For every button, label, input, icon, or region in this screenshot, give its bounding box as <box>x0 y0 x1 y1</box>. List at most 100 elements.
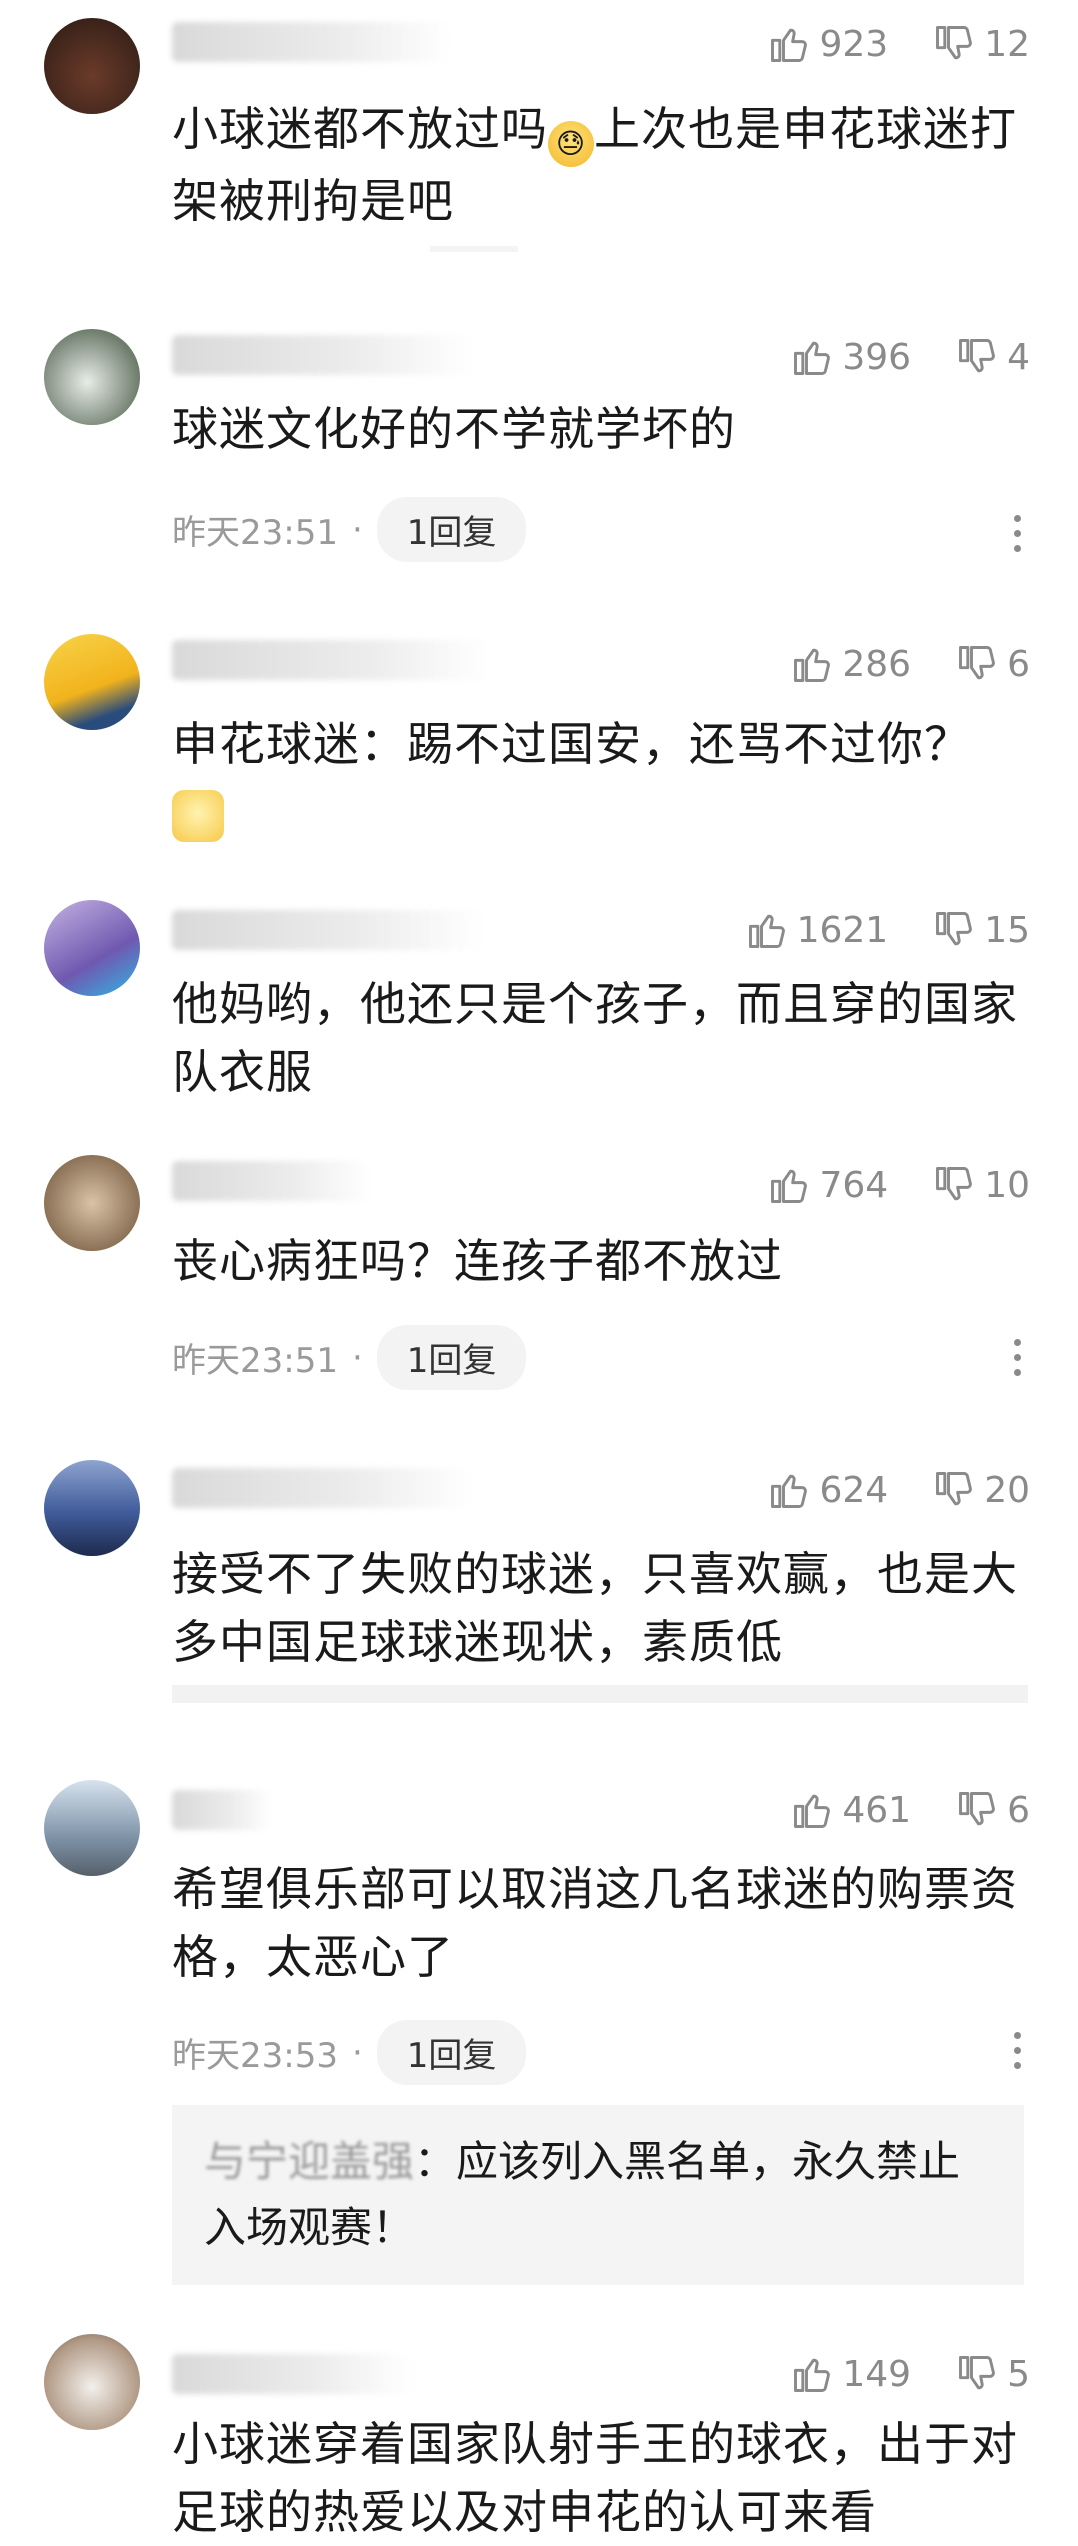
reply-count-button[interactable]: 1回复 <box>376 1325 527 1390</box>
reply-count-button[interactable]: 1回复 <box>376 497 527 562</box>
comment-text: 球迷文化好的不学就学坏的 <box>172 402 736 456</box>
dislike-count: 15 <box>984 909 1030 951</box>
thumbs-down-icon <box>959 339 995 373</box>
thumbs-down-icon <box>959 2356 995 2390</box>
reply-count-button[interactable]: 1回复 <box>376 2020 527 2085</box>
dislike-count: 10 <box>984 1164 1030 1206</box>
dislike-button[interactable]: 10 <box>932 1163 1030 1207</box>
timestamp: 昨天23:51 <box>172 1341 338 1381</box>
dislike-count: 20 <box>984 1469 1030 1511</box>
comment-text: 小球迷穿着国家队射手王的球衣，出于对足球的热爱以及对申花的认可来看 <box>172 2417 1018 2539</box>
avatar[interactable] <box>44 2334 140 2430</box>
separator-dot: · <box>351 2032 363 2073</box>
avatar[interactable] <box>44 329 140 425</box>
sub-reply-username[interactable]: 与宁迎盖强 <box>204 2137 414 2186</box>
like-count: 396 <box>842 336 912 378</box>
timestamp: 昨天23:51 <box>172 513 338 553</box>
avatar[interactable] <box>44 1780 140 1876</box>
dislike-button[interactable]: 12 <box>932 22 1030 66</box>
username-blurred[interactable] <box>172 2354 412 2394</box>
vote-bar: 286 6 <box>746 642 1030 686</box>
username-blurred[interactable] <box>172 1161 372 1201</box>
comment-text: 希望俱乐部可以取消这几名球迷的购票资格，太恶心了 <box>172 1862 1018 1984</box>
username-blurred[interactable] <box>172 640 492 680</box>
thumbs-down-icon <box>936 26 973 60</box>
timestamp: 昨天23:53 <box>172 2036 338 2076</box>
thumbs-up-icon <box>771 1474 808 1508</box>
username-blurred[interactable] <box>172 910 482 950</box>
comment-text-part1: 小球迷都不放过吗 <box>172 102 548 156</box>
avatar[interactable] <box>44 634 140 730</box>
like-count: 764 <box>819 1164 889 1206</box>
sub-reply-colon: ： <box>414 2137 457 2186</box>
vote-bar: 149 5 <box>746 2352 1030 2396</box>
comment-text: 小球迷都不放过吗 😓 上次也是申花球迷打架被刑拘是吧 <box>172 95 1032 235</box>
username-blurred[interactable] <box>172 1790 272 1830</box>
divider <box>172 1685 1028 1703</box>
thumbs-up-icon <box>794 2358 831 2392</box>
dislike-button[interactable]: 5 <box>955 2352 1030 2396</box>
vote-bar: 1621 15 <box>701 908 1030 952</box>
separator-dot: · <box>351 509 363 550</box>
thumbs-up-icon <box>771 1169 808 1203</box>
like-count: 923 <box>819 23 889 65</box>
like-count: 461 <box>842 1789 912 1831</box>
like-count: 1621 <box>796 909 889 951</box>
vote-bar: 624 20 <box>723 1468 1030 1512</box>
thumbs-up-icon <box>794 1794 831 1828</box>
avatar[interactable] <box>44 18 140 114</box>
like-button[interactable]: 1621 <box>745 908 889 952</box>
avatar[interactable] <box>44 900 140 996</box>
username-blurred[interactable] <box>172 335 472 375</box>
like-button[interactable]: 461 <box>790 1788 911 1832</box>
comment-text: 接受不了失败的球迷，只喜欢赢，也是大多中国足球球迷现状，素质低 <box>172 1547 1018 1669</box>
dislike-count: 5 <box>1007 2353 1030 2395</box>
comment-meta: 昨天23:51 · 1回复 <box>172 497 527 562</box>
vote-bar: 764 10 <box>723 1163 1030 1207</box>
dislike-button[interactable]: 6 <box>955 642 1030 686</box>
sweat-emoji-icon: 😓 <box>548 121 594 167</box>
vote-bar: 923 12 <box>723 22 1030 66</box>
thumbs-down-icon <box>959 1792 995 1826</box>
dislike-button[interactable]: 15 <box>932 908 1030 952</box>
like-button[interactable]: 286 <box>790 642 911 686</box>
dislike-button[interactable]: 4 <box>955 335 1030 379</box>
cat-emoji-icon <box>172 790 224 842</box>
vote-bar: 461 6 <box>746 1788 1030 1832</box>
like-button[interactable]: 923 <box>767 22 888 66</box>
thumbs-up-icon <box>748 914 785 948</box>
avatar[interactable] <box>44 1155 140 1251</box>
thumbs-down-icon <box>936 912 973 946</box>
username-blurred[interactable] <box>172 1468 472 1508</box>
dislike-button[interactable]: 20 <box>932 1468 1030 1512</box>
dislike-count: 4 <box>1007 336 1030 378</box>
username-blurred[interactable] <box>172 22 452 62</box>
more-options-icon[interactable] <box>1014 1339 1022 1376</box>
like-button[interactable]: 149 <box>790 2352 911 2396</box>
like-count: 286 <box>842 643 912 685</box>
like-button[interactable]: 396 <box>790 335 911 379</box>
separator-dot: · <box>351 1337 363 1378</box>
sub-reply[interactable]: 与宁迎盖强：应该列入黑名单，永久禁止入场观赛！ <box>172 2105 1024 2285</box>
more-options-icon[interactable] <box>1014 515 1022 552</box>
avatar[interactable] <box>44 1460 140 1556</box>
like-count: 624 <box>819 1469 889 1511</box>
comment-text: 丧心病狂吗？连孩子都不放过 <box>172 1234 783 1288</box>
dislike-count: 6 <box>1007 643 1030 685</box>
comment-meta: 昨天23:51 · 1回复 <box>172 1325 527 1390</box>
divider <box>430 246 518 252</box>
thumbs-down-icon <box>936 1472 973 1506</box>
more-options-icon[interactable] <box>1014 2032 1022 2069</box>
dislike-count: 6 <box>1007 1789 1030 1831</box>
comment-meta: 昨天23:53 · 1回复 <box>172 2020 527 2085</box>
thumbs-down-icon <box>936 1167 973 1201</box>
like-count: 149 <box>842 2353 912 2395</box>
thumbs-up-icon <box>771 28 808 62</box>
thumbs-down-icon <box>959 646 995 680</box>
comment-text: 申花球迷：踢不过国安，还骂不过你？ <box>172 717 971 771</box>
dislike-button[interactable]: 6 <box>955 1788 1030 1832</box>
thumbs-up-icon <box>794 648 831 682</box>
like-button[interactable]: 764 <box>767 1163 888 1207</box>
comment-text: 他妈哟，他还只是个孩子，而且穿的国家队衣服 <box>172 977 1018 1099</box>
like-button[interactable]: 624 <box>767 1468 888 1512</box>
